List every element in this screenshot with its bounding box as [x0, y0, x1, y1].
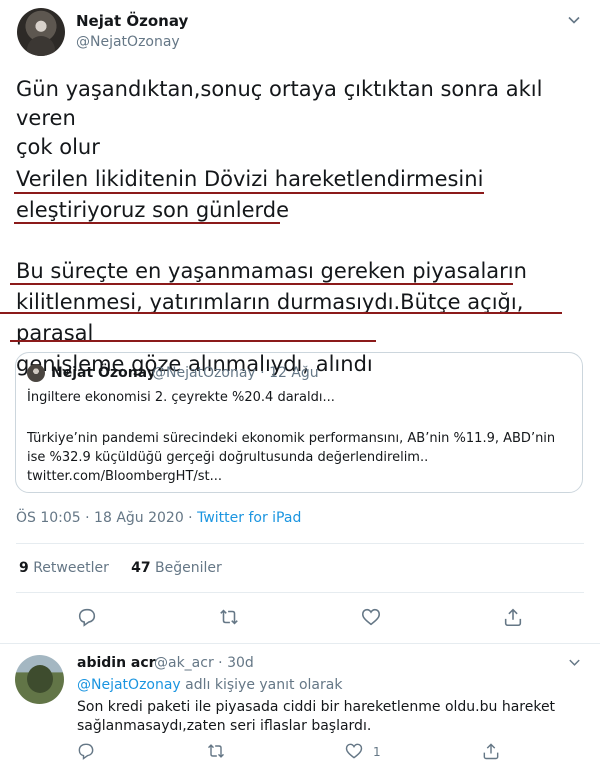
author-name[interactable]: Nejat Özonay — [76, 12, 188, 30]
share-icon[interactable] — [481, 741, 501, 761]
quoted-tweet[interactable]: Nejat Özonay @NejatOzonay · 12 Ağu İngil… — [15, 352, 583, 493]
retweet-label: Retweetler — [33, 560, 109, 576]
retweet-icon[interactable] — [218, 606, 240, 628]
tweet-stats: 9 Retweetler 47 Beğeniler — [19, 560, 222, 576]
like-icon[interactable] — [344, 741, 364, 761]
reply-icon[interactable] — [76, 741, 96, 761]
tweet-meta: ÖS 10:05 · 18 Ağu 2020 · Twitter for iPa… — [16, 510, 301, 526]
tweet-source[interactable]: Twitter for iPad — [197, 510, 301, 526]
reply-author-avatar[interactable] — [15, 655, 64, 704]
tweet-timestamp[interactable]: ÖS 10:05 · 18 Ağu 2020 · — [16, 510, 197, 526]
tweet-text-line: Verilen likiditenin Dövizi hareketlendir… — [16, 167, 484, 191]
quoted-text-headline: İngiltere ekonomisi 2. çeyrekte %20.4 da… — [27, 390, 335, 405]
reply-author-handle[interactable]: @ak_acr · 30d — [154, 655, 254, 671]
chevron-down-icon[interactable] — [566, 12, 582, 28]
divider — [16, 592, 584, 593]
tweet-text-para1: Gün yaşandıktan,sonuç ortaya çıktıktan s… — [16, 77, 543, 159]
author-avatar[interactable] — [17, 8, 65, 56]
reply-context: @NejatOzonay adlı kişiye yanıt olarak — [77, 677, 342, 693]
retweet-count-link[interactable]: 9 Retweetler — [19, 560, 109, 576]
retweet-icon[interactable] — [206, 741, 226, 761]
annotation-underline — [10, 340, 376, 342]
share-icon[interactable] — [502, 606, 524, 628]
reply-like-count: 1 — [373, 745, 381, 759]
chevron-down-icon[interactable] — [567, 655, 582, 670]
reply-author-name[interactable]: abidin acr — [77, 655, 156, 671]
like-count-link[interactable]: 47 Beğeniler — [131, 560, 222, 576]
annotation-underline — [14, 192, 484, 194]
quoted-author-handle: @NejatOzonay · 12 Ağu — [152, 365, 319, 381]
like-icon[interactable] — [360, 606, 382, 628]
quoted-text-body: Türkiye’nin pandemi sürecindeki ekonomik… — [27, 431, 556, 484]
reply-context-label: adlı kişiye yanıt olarak — [180, 677, 343, 693]
divider — [0, 643, 600, 644]
annotation-underline — [0, 312, 562, 314]
annotation-underline — [14, 222, 280, 224]
reply-icon[interactable] — [76, 606, 98, 628]
author-handle[interactable]: @NejatOzonay — [76, 34, 180, 50]
retweet-count: 9 — [19, 560, 29, 576]
annotation-underline — [10, 283, 513, 285]
quoted-author-name: Nejat Özonay — [51, 365, 156, 381]
reply-text: Son kredi paketi ile piyasada ciddi bir … — [77, 699, 556, 734]
tweet-text-para2: Verilen likiditenin Dövizi hareketlendir… — [16, 164, 483, 226]
mention-link[interactable]: @NejatOzonay — [77, 677, 181, 693]
like-count: 47 — [131, 560, 151, 576]
quoted-author-avatar — [27, 364, 45, 382]
like-label: Beğeniler — [155, 560, 222, 576]
divider — [16, 543, 584, 544]
